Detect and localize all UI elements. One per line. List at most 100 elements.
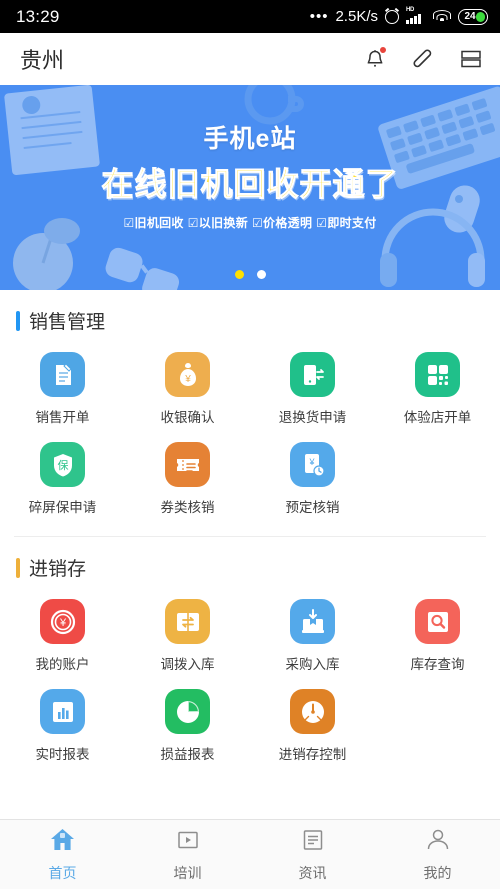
yuan-coin-icon[interactable]: ¥	[40, 599, 85, 644]
header-actions	[362, 46, 484, 72]
grid-item[interactable]: 损益报表	[125, 679, 250, 769]
section-title: 进销存	[29, 559, 87, 580]
grid-item[interactable]: 销售开单	[0, 342, 125, 432]
network-speed: 2.5K/s	[335, 8, 378, 25]
svg-text:¥: ¥	[184, 374, 191, 385]
banner-headline: 在线旧机回收开通了	[101, 166, 399, 203]
tab-我的[interactable]: 我的	[375, 827, 500, 883]
section-2: 进销存 ¥ 我的账户 调拨入库 采购入库 库存查询实时报表 损益报表 进销存控制	[0, 537, 500, 777]
tab-资讯[interactable]: 资讯	[250, 827, 375, 883]
banner-features: ☑旧机回收 ☑以旧换新 ☑价格透明 ☑即时支付	[0, 214, 500, 231]
grid-item-label: 碎屏保申请	[28, 500, 97, 515]
shield-insurance-icon[interactable]: 保	[40, 442, 85, 487]
person-icon	[425, 827, 451, 858]
qr-code-icon[interactable]	[415, 352, 460, 397]
section-accent-bar	[16, 310, 20, 331]
svg-text:保: 保	[57, 458, 68, 472]
banner-dot[interactable]	[256, 270, 266, 279]
tab-首页[interactable]: 首页	[0, 826, 125, 883]
grid-item[interactable]: 实时报表	[0, 679, 125, 769]
grid-item-label: 体验店开单	[403, 410, 472, 425]
grid-item-label: 收银确认	[160, 410, 215, 425]
banner-feature: ☑以旧换新	[187, 216, 248, 230]
grid-item-label: 我的账户	[35, 657, 90, 672]
section-accent-bar	[16, 557, 20, 578]
banner-feature: ☑价格透明	[252, 216, 313, 230]
tab-label: 资讯	[298, 864, 327, 881]
section-header: 进销存	[0, 537, 500, 589]
grid-item[interactable]: 退换货申请	[250, 342, 375, 432]
grid-item-label: 销售开单	[35, 410, 90, 425]
money-bag-icon[interactable]: ¥	[165, 352, 210, 397]
grid-item[interactable]: ¥ 预定核销	[250, 432, 375, 522]
icon-grid: 销售开单 ¥ 收银确认 退换货申请 体验店开单保碎屏保申请 券类核销 ¥ 预定核销	[0, 342, 500, 522]
grid-item-label: 券类核销	[160, 500, 215, 515]
grid-item[interactable]: 调拨入库	[125, 589, 250, 679]
icon-grid: ¥ 我的账户 调拨入库 采购入库 库存查询实时报表 损益报表 进销存控制	[0, 589, 500, 769]
home-icon	[49, 826, 76, 858]
status-time: 13:29	[16, 6, 60, 26]
grid-item[interactable]: 采购入库	[250, 589, 375, 679]
status-icons: ••• 2.5K/s HD 24	[309, 7, 488, 25]
svg-text:¥: ¥	[308, 457, 315, 467]
bottom-tab-bar: 首页 培训 资讯 我的	[0, 819, 500, 889]
grid-item[interactable]: ¥ 收银确认	[125, 342, 250, 432]
svg-text:¥: ¥	[58, 617, 66, 629]
grid-item[interactable]: 券类核销	[125, 432, 250, 522]
tab-label: 培训	[173, 864, 202, 881]
sections-container: 销售管理 销售开单 ¥ 收银确认 退换货申请 体验店开单保碎屏保申请 券类核销 ¥ 预定核销 进销…	[0, 290, 500, 777]
battery-level: 24	[464, 11, 476, 22]
yuan-card-clock-icon[interactable]: ¥	[290, 442, 335, 487]
app-header: 贵州	[0, 33, 500, 85]
transfer-book-icon[interactable]	[165, 599, 210, 644]
phone-exchange-icon[interactable]	[290, 352, 335, 397]
grid-item-label: 采购入库	[285, 657, 340, 672]
alarm-clock-icon	[385, 9, 399, 24]
tab-培训[interactable]: 培训	[125, 827, 250, 883]
banner-brand: 手机e站	[203, 125, 297, 153]
play-box-icon	[175, 827, 201, 858]
wifi-icon	[433, 9, 451, 24]
banner-feature: ☑即时支付	[316, 216, 377, 230]
grid-item[interactable]: ¥ 我的账户	[0, 589, 125, 679]
grid-item[interactable]: 保碎屏保申请	[0, 432, 125, 522]
promo-banner[interactable]: 手机e站 在线旧机回收开通了 ☑旧机回收 ☑以旧换新 ☑价格透明 ☑即时支付	[0, 85, 500, 290]
banner-pagination[interactable]	[0, 270, 500, 279]
section-1: 销售管理 销售开单 ¥ 收银确认 退换货申请 体验店开单保碎屏保申请 券类核销 ¥ 预定核销	[0, 290, 500, 530]
tab-label: 首页	[48, 865, 77, 881]
grid-item[interactable]: 进销存控制	[250, 679, 375, 769]
notification-badge	[380, 47, 386, 53]
pie-chart-icon[interactable]	[165, 689, 210, 734]
status-bar: 13:29 ••• 2.5K/s HD 24	[0, 0, 500, 33]
grid-item-label: 预定核销	[285, 500, 340, 515]
grid-item-label: 库存查询	[410, 657, 465, 672]
news-list-icon	[300, 827, 326, 858]
grid-item-label: 调拨入库	[160, 657, 215, 672]
banner-feature: ☑旧机回收	[123, 216, 184, 230]
box-inbound-icon[interactable]	[290, 599, 335, 644]
bell-icon[interactable]	[362, 46, 388, 72]
bar-chart-icon[interactable]	[40, 689, 85, 734]
section-title: 销售管理	[29, 312, 106, 333]
document-edit-icon[interactable]	[40, 352, 85, 397]
section-header: 销售管理	[0, 290, 500, 342]
phone-handset-icon[interactable]	[410, 46, 436, 72]
banner-dot[interactable]	[234, 270, 244, 279]
stacked-panels-icon[interactable]	[458, 46, 484, 72]
grid-item-label: 进销存控制	[278, 747, 347, 762]
grid-item[interactable]: 库存查询	[375, 589, 500, 679]
grid-item[interactable]: 体验店开单	[375, 342, 500, 432]
page-title: 贵州	[20, 48, 65, 73]
tab-label: 我的	[423, 864, 452, 881]
grid-item-label: 实时报表	[35, 747, 90, 762]
gauge-dial-icon[interactable]	[290, 689, 335, 734]
grid-item-label: 退换货申请	[278, 410, 347, 425]
grid-item-label: 损益报表	[160, 747, 215, 762]
hd-label: HD	[406, 7, 415, 13]
battery-icon: 24	[458, 8, 488, 25]
search-box-icon[interactable]	[415, 599, 460, 644]
more-dots-icon: •••	[309, 7, 329, 25]
banner-text: 手机e站 在线旧机回收开通了 ☑旧机回收 ☑以旧换新 ☑价格透明 ☑即时支付	[0, 119, 500, 231]
coupon-ticket-icon[interactable]	[165, 442, 210, 487]
cellular-signal-icon: HD	[406, 7, 426, 24]
